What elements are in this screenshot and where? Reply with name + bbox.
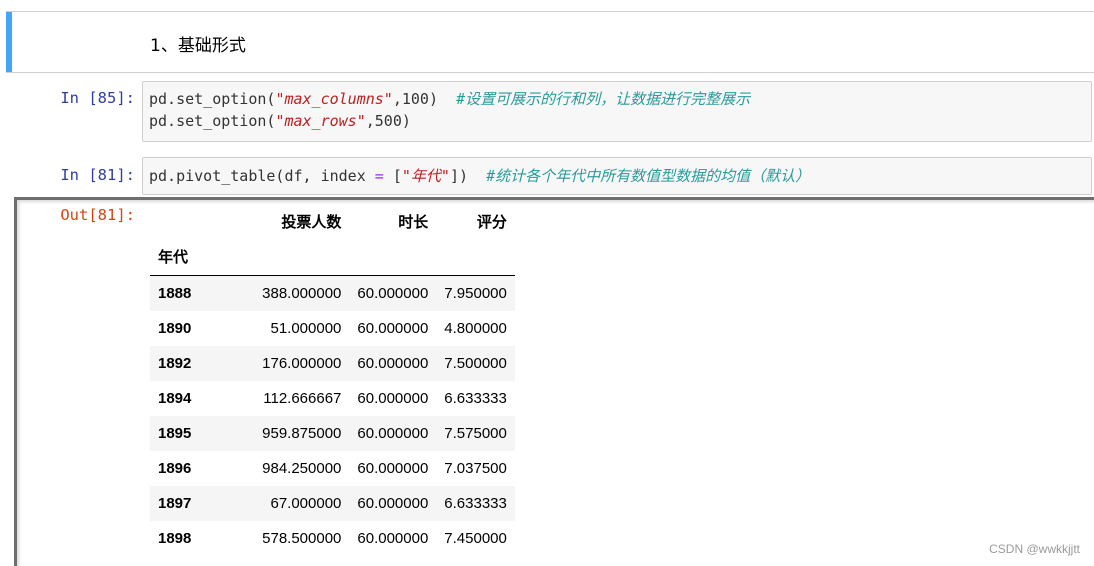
table-cell: 60.000000	[357, 530, 429, 547]
table-row: 1898 578.500000 60.000000 7.450000	[150, 521, 515, 556]
table-cell: 60.000000	[357, 495, 429, 512]
cell1-in-prompt: In [85]:	[60, 89, 135, 107]
row-index: 1894	[158, 390, 192, 407]
table-row: 1897 67.000000 60.000000 6.633333	[150, 486, 515, 521]
table-cell: 67.000000	[270, 495, 342, 512]
table-cell: 51.000000	[270, 320, 342, 337]
table-cell: 60.000000	[357, 320, 429, 337]
table-cell: 6.633333	[444, 390, 507, 407]
cell2-out-prompt: Out[81]:	[60, 206, 135, 224]
table-cell: 60.000000	[357, 355, 429, 372]
table-cell: 7.037500	[444, 460, 507, 477]
column-header: 时长	[398, 214, 429, 231]
row-index: 1892	[158, 355, 192, 372]
table-row: 1896 984.250000 60.000000 7.037500	[150, 451, 515, 486]
column-header: 评分	[476, 214, 507, 231]
cell2-code-line-1: pd.pivot_table(df, index = ["年代"]) #统计各个…	[149, 167, 811, 185]
cell1-code-line-1: pd.set_option("max_columns",100) #设置可展示的…	[149, 90, 751, 108]
table-cell: 60.000000	[357, 425, 429, 442]
table-cell: 60.000000	[357, 460, 429, 477]
table-header-row: 投票人数 时长 评分	[150, 205, 515, 240]
table-cell: 7.450000	[444, 530, 507, 547]
cell1-code-line-2: pd.set_option("max_rows",500)	[149, 112, 411, 130]
cell2-code-input[interactable]: pd.pivot_table(df, index = ["年代"]) #统计各个…	[142, 157, 1092, 195]
watermark: CSDN @wwkkjjtt	[989, 542, 1080, 556]
row-index: 1896	[158, 460, 192, 477]
table-cell: 578.500000	[262, 530, 342, 547]
cell1-code-input[interactable]: pd.set_option("max_columns",100) #设置可展示的…	[142, 81, 1092, 142]
index-name-row: 年代	[150, 240, 515, 276]
table-row: 1895 959.875000 60.000000 7.575000	[150, 416, 515, 451]
table-corner	[150, 205, 221, 240]
table-cell: 7.500000	[444, 355, 507, 372]
table-cell: 7.575000	[444, 425, 507, 442]
markdown-heading: 1、基础形式	[150, 36, 246, 56]
row-index: 1897	[158, 495, 192, 512]
index-name: 年代	[158, 249, 189, 266]
table-cell: 7.950000	[444, 285, 507, 302]
table-cell: 112.666667	[263, 390, 342, 407]
table-cell: 959.875000	[262, 425, 342, 442]
row-index: 1898	[158, 530, 192, 547]
cell2-in-prompt: In [81]:	[60, 166, 135, 184]
row-index: 1890	[158, 320, 192, 337]
cell-selection-bar	[6, 12, 12, 72]
table-cell: 984.250000	[262, 460, 342, 477]
notebook-page: 1、基础形式 In [85]: pd.set_option("max_colum…	[0, 0, 1094, 566]
table-cell: 388.000000	[262, 285, 342, 302]
table-cell: 6.633333	[444, 495, 507, 512]
dataframe-table: 投票人数 时长 评分 年代 1888 388.000000 60.000000 …	[150, 205, 515, 556]
table-row: 1894 112.666667 60.000000 6.633333	[150, 381, 515, 416]
row-index: 1895	[158, 425, 192, 442]
table-row: 1892 176.000000 60.000000 7.500000	[150, 346, 515, 381]
row-index: 1888	[158, 285, 192, 302]
table-cell: 4.800000	[444, 320, 507, 337]
table-cell: 60.000000	[357, 285, 429, 302]
table-cell: 176.000000	[262, 355, 342, 372]
table-row: 1888 388.000000 60.000000 7.950000	[150, 275, 515, 311]
table-cell: 60.000000	[357, 390, 429, 407]
column-header: 投票人数	[281, 214, 342, 231]
markdown-cell[interactable]: 1、基础形式	[6, 11, 1094, 73]
table-row: 1890 51.000000 60.000000 4.800000	[150, 311, 515, 346]
